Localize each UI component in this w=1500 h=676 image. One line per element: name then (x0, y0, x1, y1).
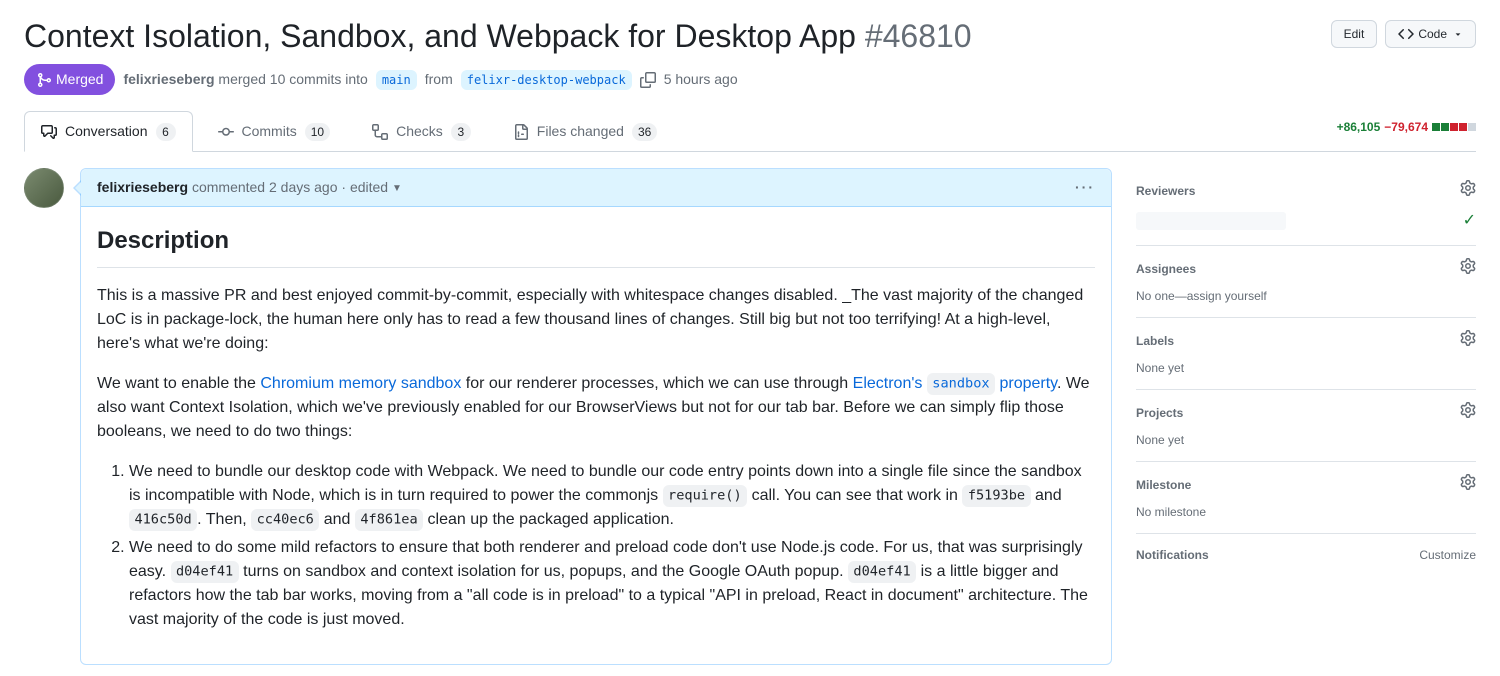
tab-files[interactable]: Files changed 36 (496, 111, 675, 151)
state-badge: Merged (24, 64, 115, 95)
merge-time: 5 hours ago (664, 69, 738, 90)
caret-down-icon (1453, 29, 1463, 39)
pr-number: #46810 (865, 18, 972, 54)
edit-button[interactable]: Edit (1331, 20, 1378, 48)
merge-icon (36, 72, 52, 88)
pr-title: Context Isolation, Sandbox, and Webpack … (24, 16, 1315, 56)
commit-ref[interactable]: 4f861ea (355, 509, 423, 530)
reviewer-placeholder (1136, 212, 1286, 230)
gear-icon[interactable] (1460, 258, 1476, 279)
commit-ref[interactable]: cc40ec6 (251, 509, 319, 530)
kebab-icon[interactable]: ··· (1075, 177, 1095, 198)
merge-info: felixrieseberg merged 10 commits into (123, 69, 367, 90)
notifications-title: Notifications (1136, 546, 1209, 564)
assign-yourself-link[interactable]: assign yourself (1187, 289, 1267, 303)
code-button[interactable]: Code (1385, 20, 1476, 48)
link-chromium-sandbox[interactable]: Chromium memory sandbox (260, 375, 461, 392)
tab-conversation[interactable]: Conversation 6 (24, 111, 193, 152)
comment-body: Description This is a massive PR and bes… (81, 207, 1111, 664)
list-item: We need to do some mild refactors to ens… (129, 536, 1095, 632)
projects-header[interactable]: Projects (1136, 402, 1476, 423)
assignees-header[interactable]: Assignees (1136, 258, 1476, 279)
reviewers-header[interactable]: Reviewers (1136, 180, 1476, 201)
copy-icon[interactable] (640, 72, 656, 88)
avatar[interactable] (24, 168, 64, 208)
code-icon (1398, 26, 1414, 42)
commit-ref[interactable]: d04ef41 (171, 561, 239, 582)
diffstat: +86,105 −79,674 (1337, 118, 1476, 144)
comment-meta: felixrieseberg commented 2 days ago · ed… (97, 177, 402, 198)
gear-icon[interactable] (1460, 330, 1476, 351)
check-icon: ✓ (1463, 209, 1476, 233)
comment-time[interactable]: 2 days ago (269, 179, 338, 195)
description-heading: Description (97, 223, 1095, 268)
base-branch[interactable]: main (376, 70, 417, 90)
tab-checks[interactable]: Checks 3 (355, 111, 488, 151)
commit-ref[interactable]: 416c50d (129, 509, 197, 530)
gear-icon[interactable] (1460, 474, 1476, 495)
link-electron-sandbox[interactable]: Electron's sandbox property (853, 375, 1057, 392)
tab-commits[interactable]: Commits 10 (201, 111, 348, 151)
list-item: We need to bundle our desktop code with … (129, 460, 1095, 532)
head-branch[interactable]: felixr-desktop-webpack (461, 70, 632, 90)
caret-down-icon[interactable]: ▼ (392, 183, 402, 194)
gear-icon[interactable] (1460, 180, 1476, 201)
comment-author[interactable]: felixrieseberg (97, 179, 188, 195)
labels-header[interactable]: Labels (1136, 330, 1476, 351)
gear-icon[interactable] (1460, 402, 1476, 423)
commit-ref[interactable]: d04ef41 (848, 561, 916, 582)
commit-ref[interactable]: f5193be (962, 485, 1030, 506)
author-link[interactable]: felixrieseberg (123, 71, 214, 87)
milestone-header[interactable]: Milestone (1136, 474, 1476, 495)
customize-link[interactable]: Customize (1419, 546, 1476, 564)
